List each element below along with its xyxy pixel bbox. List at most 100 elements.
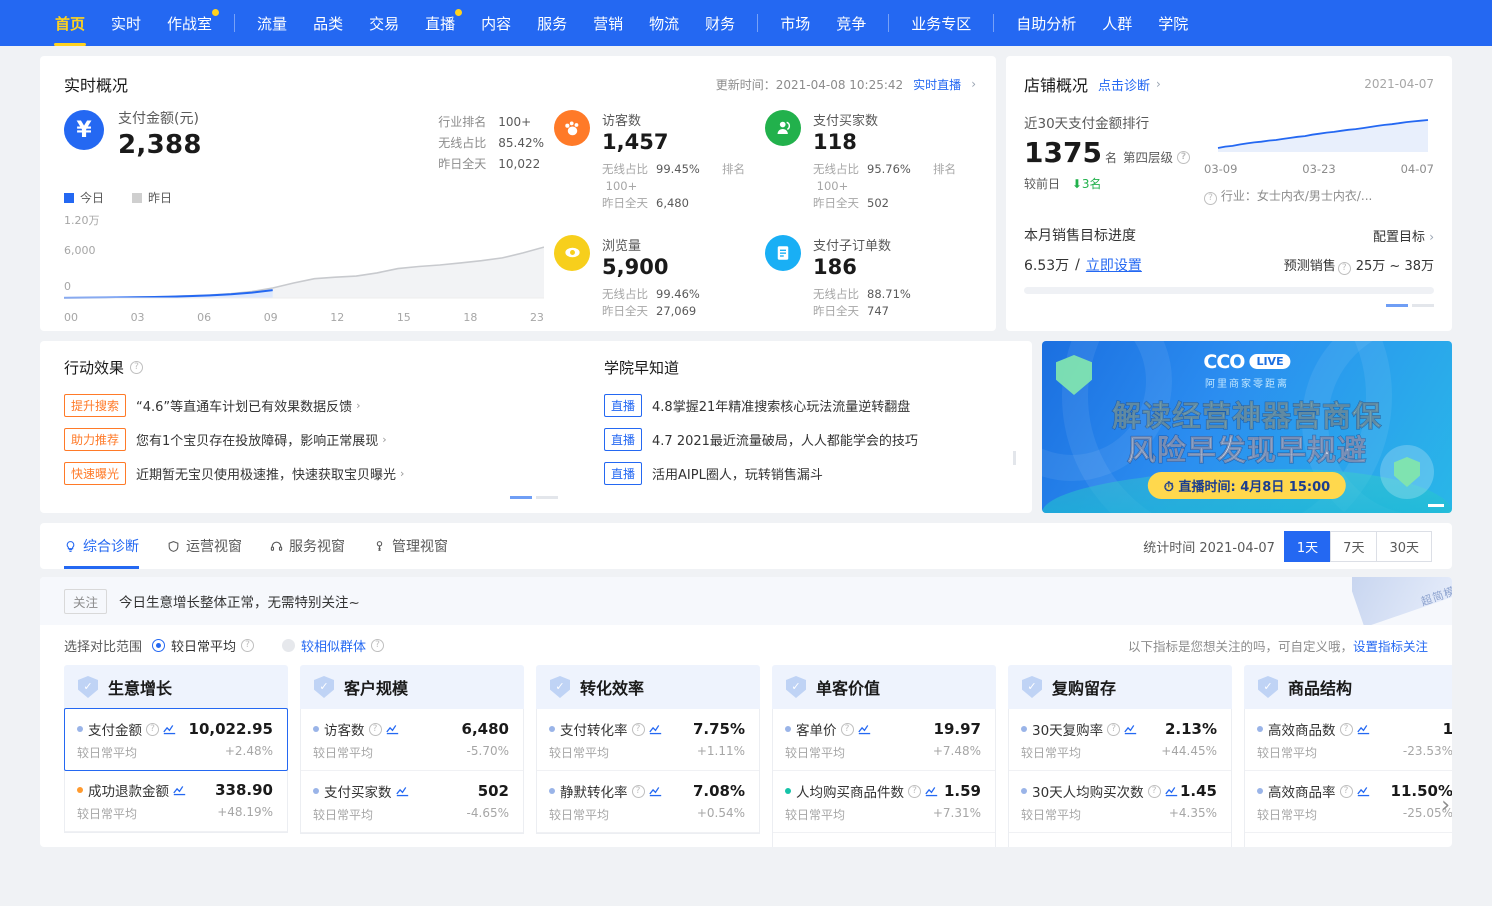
trend-chart-icon[interactable] xyxy=(173,785,186,796)
nav-item-0[interactable]: 首页 xyxy=(42,0,98,46)
metric-row[interactable]: 静默转化率?7.08%较日常平均+0.54% xyxy=(537,771,759,833)
tab-bulb[interactable]: 综合诊断 xyxy=(64,523,139,569)
radio-option-1[interactable]: 较相似群体? xyxy=(282,636,384,655)
metric-row[interactable]: 客单价?19.97较日常平均+7.48% xyxy=(773,709,995,771)
chevron-right-icon[interactable]: › xyxy=(1156,77,1161,91)
help-icon[interactable]: ? xyxy=(632,723,645,736)
set-goal-link[interactable]: 立即设置 xyxy=(1086,255,1142,275)
tab-shield-outline[interactable]: 运营视窗 xyxy=(167,523,242,569)
list-item[interactable]: 助力推荐您有1个宝贝存在投放障碍，影响正常展现› xyxy=(64,428,604,451)
nav-item-20[interactable]: 人群 xyxy=(1089,0,1145,46)
trend-chart-icon[interactable] xyxy=(386,724,399,735)
trend-chart-icon[interactable] xyxy=(396,786,409,797)
action-carousel-dots[interactable] xyxy=(510,496,558,499)
metric-row[interactable]: 高效商品数?1较日常平均-23.53% xyxy=(1245,709,1452,771)
carousel-dot-active[interactable] xyxy=(1386,304,1408,307)
metric-row[interactable]: 支付金额?10,022.95较日常平均+2.48% xyxy=(64,708,288,771)
nav-item-11[interactable]: 物流 xyxy=(636,0,692,46)
banner-carousel-indicator[interactable] xyxy=(1428,504,1444,507)
configure-goal-button[interactable]: 配置目标 › xyxy=(1373,226,1434,245)
help-icon[interactable]: ? xyxy=(632,785,645,798)
promo-banner[interactable]: CCOLIVE 阿里商家零距离 解读经营神器营商保 风险早发现早规避 ⏱ 直播时… xyxy=(1042,341,1452,513)
nav-item-12[interactable]: 财务 xyxy=(692,0,748,46)
metric-row[interactable]: 成功退款金额338.90较日常平均+48.19% xyxy=(65,770,287,832)
range-0[interactable]: 1天 xyxy=(1284,531,1331,562)
help-icon[interactable]: ? xyxy=(130,361,143,374)
help-icon[interactable]: ? xyxy=(841,723,854,736)
trend-chart-icon[interactable] xyxy=(1357,786,1370,797)
list-item[interactable]: 直播4.7 2021最近流量破局，人人都能学会的技巧 xyxy=(604,428,1012,451)
nav-item-14[interactable]: 市场 xyxy=(767,0,823,46)
item-text[interactable]: 您有1个宝贝存在投放障碍，影响正常展现 xyxy=(136,430,378,449)
help-icon[interactable]: ? xyxy=(908,785,921,798)
trend-chart-icon[interactable] xyxy=(163,724,176,735)
list-item[interactable]: 直播活用AIPL圈人，玩转销售漏斗 xyxy=(604,462,1012,485)
nav-item-4[interactable]: 流量 xyxy=(244,0,300,46)
help-icon[interactable]: ? xyxy=(1340,847,1353,848)
help-icon[interactable]: ? xyxy=(371,639,384,652)
nav-item-5[interactable]: 品类 xyxy=(300,0,356,46)
nav-item-15[interactable]: 竞争 xyxy=(823,0,879,46)
item-text[interactable]: 近期暂无宝贝使用极速推，快速获取宝贝曝光 xyxy=(136,464,396,483)
shop-carousel-dots[interactable] xyxy=(1024,304,1434,307)
item-text[interactable]: 4.7 2021最近流量破局，人人都能学会的技巧 xyxy=(652,430,918,449)
trend-chart-icon[interactable] xyxy=(1357,724,1370,735)
radio-indicator[interactable] xyxy=(282,639,295,652)
help-icon[interactable]: ? xyxy=(1107,847,1120,848)
live-link[interactable]: 实时直播 xyxy=(913,76,961,93)
metric-row[interactable]: 90天复购率?3.66%较日常平均 xyxy=(1009,833,1231,847)
metric-row[interactable]: 人均购买商品件数?1.59较日常平均+7.31% xyxy=(773,771,995,833)
item-text[interactable]: 活用AIPL圈人，玩转销售漏斗 xyxy=(652,464,823,483)
nav-item-9[interactable]: 服务 xyxy=(524,0,580,46)
help-icon[interactable]: ? xyxy=(369,723,382,736)
nav-item-7[interactable]: 直播 xyxy=(412,0,468,46)
range-1[interactable]: 7天 xyxy=(1330,531,1377,562)
range-selector[interactable]: 1天7天30天 xyxy=(1285,531,1432,562)
trend-chart-icon[interactable] xyxy=(649,724,662,735)
metric-row[interactable]: 支付转化率?7.75%较日常平均+1.11% xyxy=(537,709,759,771)
nav-item-19[interactable]: 自助分析 xyxy=(1003,0,1089,46)
list-item[interactable]: 提升搜索“4.6”等直通车计划已有效果数据反馈› xyxy=(64,394,604,417)
nav-item-21[interactable]: 学院 xyxy=(1145,0,1201,46)
nav-item-6[interactable]: 交易 xyxy=(356,0,412,46)
help-icon[interactable]: ? xyxy=(1107,723,1120,736)
carousel-dot[interactable] xyxy=(1412,304,1434,307)
metric-row[interactable]: 30天复购率?2.13%较日常平均+44.45% xyxy=(1009,709,1231,771)
help-icon[interactable]: ? xyxy=(1204,192,1217,205)
metric-row[interactable]: 件单价12.59较日常平均 xyxy=(773,833,995,847)
list-item[interactable]: 快速曝光近期暂无宝贝使用极速推，快速获取宝贝曝光› xyxy=(64,462,604,485)
help-icon[interactable]: ? xyxy=(1177,151,1190,164)
metric-row[interactable]: 支付买家数502较日常平均-4.65% xyxy=(301,771,523,833)
diagnose-link[interactable]: 点击诊断 xyxy=(1098,75,1150,94)
range-2[interactable]: 30天 xyxy=(1376,531,1432,562)
help-icon[interactable]: ? xyxy=(146,723,159,736)
radio-indicator[interactable] xyxy=(152,639,165,652)
nav-item-8[interactable]: 内容 xyxy=(468,0,524,46)
next-page-arrow-icon[interactable]: › xyxy=(1441,793,1450,818)
metric-row[interactable]: 高效商品率?11.50%较日常平均-25.05% xyxy=(1245,771,1452,833)
compare-radio-group[interactable]: 较日常平均? 较相似群体? xyxy=(152,636,412,655)
trend-chart-icon[interactable] xyxy=(649,786,662,797)
set-metric-link[interactable]: 设置指标关注 xyxy=(1353,639,1428,654)
metric-row[interactable]: 动销商品率?33.83%较日常平均 xyxy=(1245,833,1452,847)
help-icon[interactable]: ? xyxy=(1340,785,1353,798)
radio-option-0[interactable]: 较日常平均? xyxy=(152,636,254,655)
chevron-right-icon[interactable]: › xyxy=(971,77,976,91)
trend-chart-icon[interactable] xyxy=(1165,786,1178,797)
nav-item-17[interactable]: 业务专区 xyxy=(898,0,984,46)
trend-chart-icon[interactable] xyxy=(1124,724,1137,735)
help-icon[interactable]: ? xyxy=(1338,262,1351,275)
nav-item-1[interactable]: 实时 xyxy=(98,0,154,46)
item-text[interactable]: 4.8掌握21年精准搜索核心玩法流量逆转翻盘 xyxy=(652,396,910,415)
help-icon[interactable]: ? xyxy=(1148,785,1161,798)
help-icon[interactable]: ? xyxy=(241,639,254,652)
tab-headset[interactable]: 服务视窗 xyxy=(270,523,345,569)
trend-chart-icon[interactable] xyxy=(925,786,938,797)
carousel-dot[interactable] xyxy=(536,496,558,499)
help-icon[interactable]: ? xyxy=(1340,723,1353,736)
item-text[interactable]: “4.6”等直通车计划已有效果数据反馈 xyxy=(136,396,352,415)
metric-row[interactable]: 访客数?6,480较日常平均-5.70% xyxy=(301,709,523,771)
nav-item-10[interactable]: 营销 xyxy=(580,0,636,46)
trend-chart-icon[interactable] xyxy=(858,724,871,735)
list-item[interactable]: 直播4.8掌握21年精准搜索核心玩法流量逆转翻盘 xyxy=(604,394,1012,417)
